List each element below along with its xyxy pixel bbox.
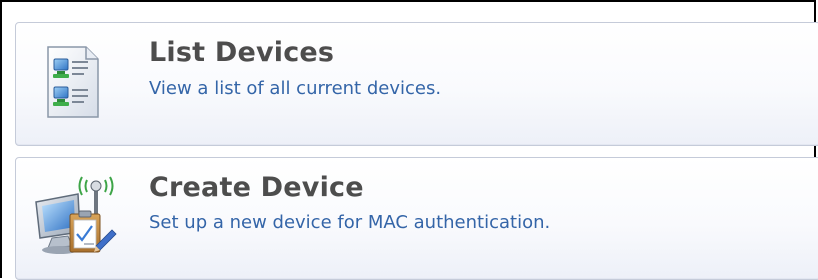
create-device-title[interactable]: Create Device [149, 172, 364, 203]
list-devices-description: View a list of all current devices. [149, 78, 442, 99]
create-device-description: Set up a new device for MAC authenticati… [149, 212, 551, 233]
list-devices-title[interactable]: List Devices [149, 37, 334, 68]
create-device-option[interactable]: Create Device Set up a new device for MA… [15, 157, 818, 280]
create-device-icon [32, 174, 120, 258]
list-devices-option[interactable]: List Devices View a list of all current … [15, 22, 818, 146]
device-list-icon [40, 43, 118, 121]
page-frame: List Devices View a list of all current … [0, 0, 818, 280]
